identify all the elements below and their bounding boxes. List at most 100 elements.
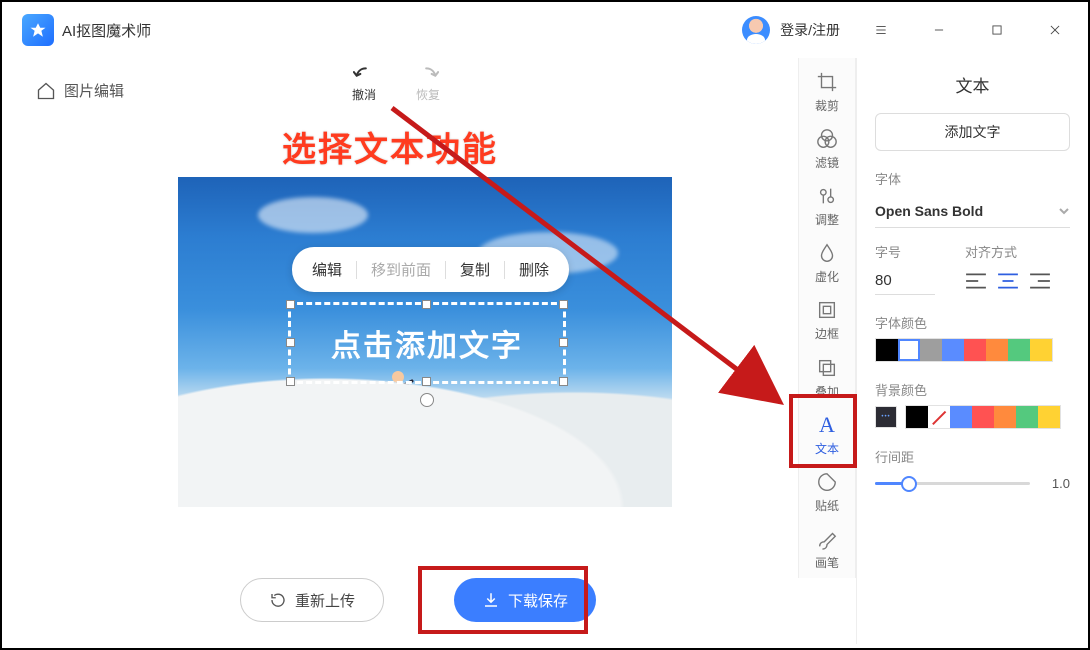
tool-crop[interactable]: 裁剪 [798, 64, 856, 121]
rotate-handle[interactable] [420, 393, 434, 407]
tool-sticker[interactable]: 贴纸 [798, 464, 856, 521]
minimize-button[interactable] [922, 13, 956, 47]
bg-color-picker-icon[interactable]: ••• [875, 406, 897, 428]
filter-icon [816, 128, 838, 150]
title-bar: AI抠图魔术师 登录/注册 [2, 2, 1088, 58]
close-button[interactable] [1038, 13, 1072, 47]
tool-adjust[interactable]: 调整 [798, 178, 856, 235]
undo-label: 撤消 [352, 86, 376, 103]
tool-filter[interactable]: 滤镜 [798, 121, 856, 178]
align-right-button[interactable] [1029, 271, 1051, 291]
color-swatch[interactable] [906, 406, 928, 428]
font-color-swatches [875, 338, 1053, 362]
color-swatch[interactable] [942, 339, 964, 361]
resize-handle[interactable] [559, 300, 568, 309]
tool-brush[interactable]: 画笔 [798, 521, 856, 578]
app-title: AI抠图魔术师 [62, 20, 151, 41]
bg-color-swatches [905, 405, 1061, 429]
color-swatch[interactable] [950, 406, 972, 428]
refresh-icon [269, 591, 287, 609]
color-swatch[interactable] [964, 339, 986, 361]
line-height-slider[interactable] [875, 474, 1030, 492]
download-icon [482, 591, 500, 609]
line-height-value: 1.0 [1040, 476, 1070, 491]
undo-button[interactable]: 撤消 [352, 64, 376, 103]
text-content[interactable]: 点击添加文字 [331, 321, 523, 365]
text-context-toolbar: 编辑 移到前面 复制 删除 [292, 247, 569, 292]
home-icon [36, 81, 56, 101]
breadcrumb[interactable]: 图片编辑 [36, 80, 124, 101]
color-swatch[interactable] [1038, 406, 1060, 428]
resize-handle[interactable] [286, 377, 295, 386]
font-select[interactable]: Open Sans Bold [875, 194, 1070, 228]
text-icon: A [819, 414, 835, 436]
color-swatch[interactable] [1016, 406, 1038, 428]
align-right-icon [1029, 271, 1051, 291]
size-label: 字号 [875, 242, 935, 261]
color-swatch[interactable] [1008, 339, 1030, 361]
maximize-button[interactable] [980, 13, 1014, 47]
color-swatch[interactable] [1030, 339, 1052, 361]
ctx-copy[interactable]: 复制 [446, 255, 504, 284]
add-text-button[interactable]: 添加文字 [875, 113, 1070, 151]
adjust-icon [816, 185, 838, 207]
resize-handle[interactable] [422, 377, 431, 386]
resize-handle[interactable] [559, 338, 568, 347]
annotation-text-1: 选择文本功能 [282, 122, 498, 171]
resize-handle[interactable] [286, 300, 295, 309]
sticker-icon [816, 471, 838, 493]
overlay-icon [816, 357, 838, 379]
crop-icon [816, 71, 838, 93]
tool-strip: 裁剪 滤镜 调整 虚化 边框 叠加 A文本 贴纸 画笔 [798, 58, 856, 578]
font-label: 字体 [875, 169, 1070, 188]
tool-border[interactable]: 边框 [798, 292, 856, 349]
panel-title: 文本 [875, 72, 1070, 97]
reupload-label: 重新上传 [295, 590, 355, 611]
text-properties-panel: 文本 添加文字 字体 Open Sans Bold 字号 对齐方式 字体颜色 背… [856, 58, 1088, 644]
slider-knob[interactable] [901, 476, 917, 492]
user-avatar-icon[interactable] [742, 16, 770, 44]
breadcrumb-label: 图片编辑 [64, 80, 124, 101]
redo-label: 恢复 [416, 86, 440, 103]
bg-color-label: 背景颜色 [875, 380, 1070, 399]
tool-text[interactable]: A文本 [798, 407, 856, 464]
color-swatch[interactable] [898, 339, 920, 361]
app-logo-icon [22, 14, 54, 46]
ctx-to-front[interactable]: 移到前面 [357, 255, 445, 284]
color-swatch[interactable] [928, 406, 950, 428]
resize-handle[interactable] [286, 338, 295, 347]
chevron-down-icon [1058, 205, 1070, 217]
color-swatch[interactable] [972, 406, 994, 428]
brush-icon [816, 528, 838, 550]
color-swatch[interactable] [986, 339, 1008, 361]
bottom-action-bar: 重新上传 下载保存 [240, 578, 596, 622]
align-left-button[interactable] [965, 271, 987, 291]
line-height-label: 行间距 [875, 447, 1070, 466]
undo-redo-bar: 撤消 恢复 [352, 64, 440, 103]
color-swatch[interactable] [920, 339, 942, 361]
text-selection-box[interactable]: 点击添加文字 [288, 302, 566, 384]
font-select-value: Open Sans Bold [875, 203, 983, 219]
download-save-button[interactable]: 下载保存 [454, 578, 596, 622]
reupload-button[interactable]: 重新上传 [240, 578, 384, 622]
ctx-delete[interactable]: 删除 [505, 255, 563, 284]
decorative-cloud [258, 197, 368, 233]
align-center-button[interactable] [997, 271, 1019, 291]
login-register-link[interactable]: 登录/注册 [780, 20, 840, 40]
tool-overlay[interactable]: 叠加 [798, 350, 856, 407]
menu-button[interactable] [864, 13, 898, 47]
tool-blur[interactable]: 虚化 [798, 235, 856, 292]
redo-icon [417, 64, 439, 82]
color-swatch[interactable] [994, 406, 1016, 428]
redo-button: 恢复 [416, 64, 440, 103]
resize-handle[interactable] [422, 300, 431, 309]
color-swatch[interactable] [876, 339, 898, 361]
font-color-label: 字体颜色 [875, 313, 1070, 332]
font-size-input[interactable] [875, 267, 935, 295]
resize-handle[interactable] [559, 377, 568, 386]
align-left-icon [965, 271, 987, 291]
align-center-icon [997, 271, 1019, 291]
border-icon [816, 299, 838, 321]
droplet-icon [816, 242, 838, 264]
ctx-edit[interactable]: 编辑 [298, 255, 356, 284]
